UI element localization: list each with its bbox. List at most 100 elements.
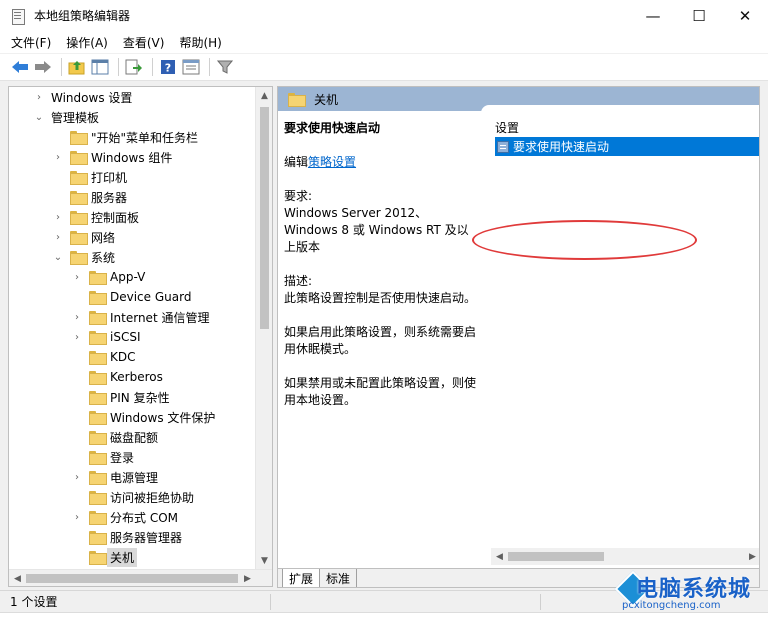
tree-item[interactable]: ⌄ 管理模板 [9,107,256,127]
requirements-label: 要求: [284,189,313,203]
tree-item-label: 网络 [91,230,116,245]
tree-item[interactable]: PIN 复杂性 [9,387,256,407]
chevron-right-icon[interactable]: › [71,471,83,483]
tree-item-label: PIN 复杂性 [110,390,170,405]
tree-item[interactable]: › 控制面板 [9,207,256,227]
tree-item[interactable]: KDC [9,347,256,367]
tree-item-label: Windows 文件保护 [110,410,216,425]
setting-row-selected[interactable]: 要求使用快速启动 [495,137,759,156]
tree-item[interactable]: › App-V [9,267,256,287]
status-text: 1 个设置 [10,595,58,609]
details-horizontal-scrollbar[interactable]: ◀ ▶ [491,548,759,565]
scroll-left-icon[interactable]: ◀ [491,548,508,565]
close-button[interactable]: ✕ [722,0,768,31]
folder-icon [89,271,107,285]
forward-icon[interactable] [33,57,53,77]
folder-icon [89,491,107,505]
scroll-up-icon[interactable]: ▲ [256,87,272,104]
export-icon[interactable] [124,57,144,77]
folder-icon [89,291,107,305]
menu-help[interactable]: 帮助(H) [179,34,221,51]
chevron-right-icon[interactable]: › [52,211,64,223]
chevron-right-icon[interactable]: › [71,271,83,283]
tree-item[interactable]: › Internet 通信管理 [9,307,256,327]
tree-item[interactable]: › 电源管理 [9,467,256,487]
policy-setting-icon [497,140,509,153]
requirements-text: Windows Server 2012、Windows 8 或 Windows … [284,206,469,254]
app-icon [10,8,26,25]
help-icon[interactable]: ? [158,57,178,77]
description-block: 描述: 此策略设置控制是否使用快速启动。 [284,273,480,307]
scroll-left-icon[interactable]: ◀ [9,570,26,586]
policy-tree-pane: › Windows 设置 ⌄ 管理模板 "开始"菜单和任务栏 › Windows 组件 打印机… [8,86,273,587]
tree-horizontal-scrollbar[interactable]: ◀ ▶ [9,569,272,586]
tree-item[interactable]: 访问被拒绝协助 [9,487,256,507]
tree-item[interactable]: Device Guard [9,287,256,307]
column-header-setting[interactable]: 设置 [495,119,519,136]
chevron-right-icon[interactable]: › [71,311,83,323]
status-divider [540,594,541,610]
minimize-button[interactable]: — [630,0,676,31]
folder-icon [288,93,306,107]
edit-policy-link[interactable]: 策略设置 [308,155,356,169]
back-icon[interactable] [10,57,30,77]
filter-icon[interactable] [215,57,235,77]
chevron-down-icon[interactable]: ⌄ [52,251,64,263]
toolbar-separator [61,58,62,76]
tree-item[interactable]: › 网络 [9,227,256,247]
tree-item[interactable]: 登录 [9,447,256,467]
tree-item[interactable]: 服务器管理器 [9,527,256,547]
menu-action[interactable]: 操作(A) [66,34,108,51]
show-tree-icon[interactable] [90,57,110,77]
folder-icon [89,411,107,425]
tree-item[interactable]: › iSCSI [9,327,256,347]
tree-item-label: Windows 设置 [51,90,133,105]
chevron-right-icon[interactable]: › [71,331,83,343]
up-folder-icon[interactable] [67,57,87,77]
folder-icon [89,551,107,565]
tree-item[interactable]: › Windows 组件 [9,147,256,167]
tree-item-label: 关机 [107,547,138,567]
scroll-thumb[interactable] [260,107,269,329]
toolbar-separator [209,58,210,76]
tab-extended[interactable]: 扩展 [282,569,321,587]
menu-view[interactable]: 查看(V) [123,34,165,51]
scroll-right-icon[interactable]: ▶ [239,570,256,586]
tree-item[interactable]: 磁盘配额 [9,427,256,447]
scroll-down-icon[interactable]: ▼ [256,552,272,569]
tab-standard[interactable]: 标准 [319,569,358,587]
menu-file[interactable]: 文件(F) [11,34,51,51]
chevron-down-icon[interactable]: ⌄ [33,111,45,123]
description-text: 此策略设置控制是否使用快速启动。 [284,291,477,305]
chevron-right-icon[interactable]: › [71,511,83,523]
group-policy-editor-window: 本地组策略编辑器 — ☐ ✕ 文件(F) 操作(A) 查看(V) 帮助(H) ?… [0,0,768,612]
tree-item[interactable]: › 分布式 COM [9,507,256,527]
tree-item[interactable]: Kerberos [9,367,256,387]
tree-item[interactable]: ⌄ 系统 [9,247,256,267]
tree-item[interactable]: › Windows 设置 [9,87,256,107]
tree-item[interactable]: "开始"菜单和任务栏 [9,127,256,147]
scroll-thumb[interactable] [508,552,604,561]
tree-item[interactable]: 打印机 [9,167,256,187]
window-title: 本地组策略编辑器 [34,9,131,23]
scroll-thumb[interactable] [26,574,238,583]
edit-prefix: 编辑 [284,155,309,169]
tree-item[interactable]: 服务器 [9,187,256,207]
scroll-right-icon[interactable]: ▶ [744,548,759,565]
properties-icon[interactable] [181,57,201,77]
view-tabs: 扩展 标准 [278,568,759,587]
maximize-button[interactable]: ☐ [676,0,722,31]
tree-vertical-scrollbar[interactable]: ▲ ▼ [255,87,272,569]
chevron-right-icon[interactable]: › [52,231,64,243]
folder-icon [89,331,107,345]
enabled-explanation: 如果启用此策略设置，则系统需要启用休眠模式。 [284,325,477,356]
chevron-right-icon[interactable]: › [52,151,64,163]
tree-item[interactable]: 关机 [9,547,256,567]
tree-item[interactable]: Windows 文件保护 [9,407,256,427]
chevron-right-icon[interactable]: › [33,91,45,103]
